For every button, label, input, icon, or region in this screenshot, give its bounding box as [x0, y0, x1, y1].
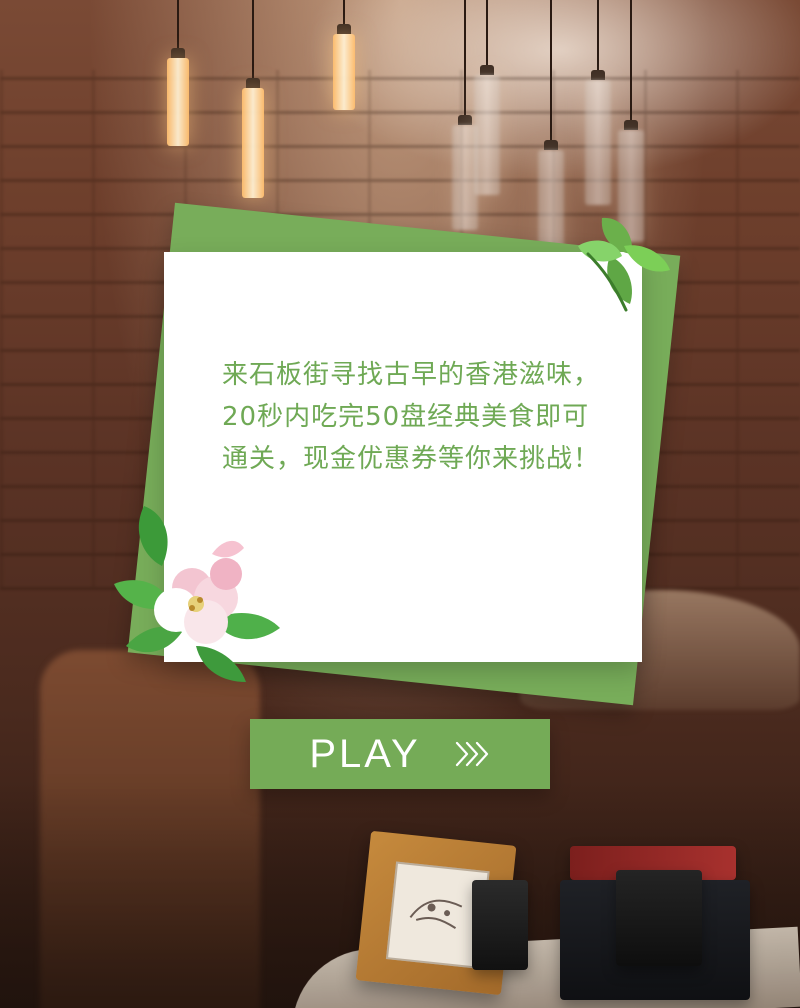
deer-bookend: [472, 880, 528, 970]
book-stack: [472, 840, 800, 1008]
pendant-lamp: [167, 0, 189, 146]
double-chevron-right-icon: [455, 740, 491, 768]
pendant-lamp: [474, 0, 500, 195]
pendant-lamp: [585, 0, 611, 205]
play-label: PLAY: [309, 731, 421, 776]
pendant-lamp: [333, 0, 355, 110]
leaf-icon: [566, 206, 676, 320]
pendant-lamp: [538, 0, 564, 260]
intro-text: 来石板街寻找古早的香港滋味，20秒内吃完50盘经典美食即可通关，现金优惠券等你来…: [222, 360, 601, 474]
play-button[interactable]: PLAY: [250, 719, 550, 789]
deer-bookend: [616, 870, 702, 966]
pendant-lamp: [242, 0, 264, 198]
game-landing-page: 来石板街寻找古早的香港滋味，20秒内吃完50盘经典美食即可通关，现金优惠券等你来…: [0, 0, 800, 1008]
flower-icon: [104, 496, 304, 690]
